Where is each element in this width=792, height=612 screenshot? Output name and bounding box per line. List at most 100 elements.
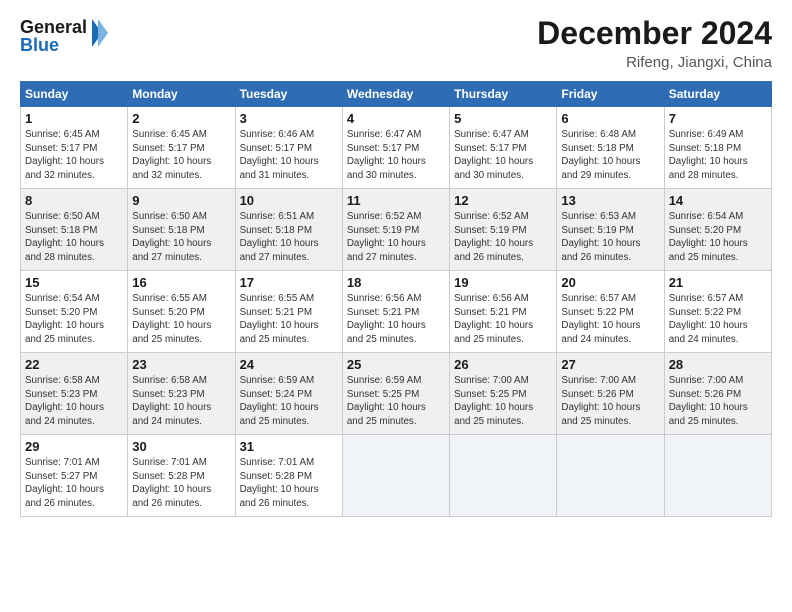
day-number: 16 bbox=[132, 275, 230, 290]
calendar-day-15: 15Sunrise: 6:54 AM Sunset: 5:20 PM Dayli… bbox=[21, 271, 128, 353]
day-number: 6 bbox=[561, 111, 659, 126]
calendar-day-11: 11 Sunrise: 6:52 AM Sunset: 5:19 PM Dayli… bbox=[342, 189, 449, 271]
location-subtitle: Rifeng, Jiangxi, China bbox=[537, 54, 772, 71]
day-info: Sunrise: 7:01 AM Sunset: 5:28 PM Dayligh… bbox=[240, 456, 338, 511]
day-info: Sunrise: 6:57 AM Sunset: 5:22 PM Dayligh… bbox=[561, 292, 659, 347]
day-number: 9 bbox=[132, 193, 230, 208]
calendar-empty-cell bbox=[557, 435, 664, 517]
calendar-day-22: 22Sunrise: 6:58 AM Sunset: 5:23 PM Dayli… bbox=[21, 353, 128, 435]
day-info: Sunrise: 6:56 AM Sunset: 5:21 PM Dayligh… bbox=[454, 292, 552, 347]
calendar-week-3: 15Sunrise: 6:54 AM Sunset: 5:20 PM Dayli… bbox=[21, 271, 772, 353]
page: GeneralBlue December 2024 Rifeng, Jiangx… bbox=[0, 0, 792, 612]
dow-header-wednesday: Wednesday bbox=[342, 82, 449, 107]
calendar-day-26: 26 Sunrise: 7:00 AM Sunset: 5:25 PM Dayli… bbox=[450, 353, 557, 435]
day-info: Sunrise: 6:48 AM Sunset: 5:18 PM Dayligh… bbox=[561, 128, 659, 183]
day-info: Sunrise: 6:50 AM Sunset: 5:18 PM Dayligh… bbox=[132, 210, 230, 265]
day-number: 26 bbox=[454, 357, 552, 372]
calendar-day-20: 20 Sunrise: 6:57 AM Sunset: 5:22 PM Dayli… bbox=[557, 271, 664, 353]
calendar-day-6: 6 Sunrise: 6:48 AM Sunset: 5:18 PM Daylig… bbox=[557, 107, 664, 189]
calendar-day-16: 16 Sunrise: 6:55 AM Sunset: 5:20 PM Dayli… bbox=[128, 271, 235, 353]
day-info: Sunrise: 6:56 AM Sunset: 5:21 PM Dayligh… bbox=[347, 292, 445, 347]
calendar-day-21: 21Sunrise: 6:57 AM Sunset: 5:22 PM Dayli… bbox=[664, 271, 771, 353]
calendar-week-2: 8Sunrise: 6:50 AM Sunset: 5:18 PM Daylig… bbox=[21, 189, 772, 271]
calendar-day-14: 14 Sunrise: 6:54 AM Sunset: 5:20 PM Dayli… bbox=[664, 189, 771, 271]
day-number: 12 bbox=[454, 193, 552, 208]
days-of-week-row: SundayMondayTuesdayWednesdayThursdayFrid… bbox=[21, 82, 772, 107]
calendar-day-18: 18 Sunrise: 6:56 AM Sunset: 5:21 PM Dayli… bbox=[342, 271, 449, 353]
calendar-empty-cell bbox=[664, 435, 771, 517]
day-info: Sunrise: 6:52 AM Sunset: 5:19 PM Dayligh… bbox=[454, 210, 552, 265]
dow-header-thursday: Thursday bbox=[450, 82, 557, 107]
svg-text:General: General bbox=[20, 17, 87, 37]
calendar-day-5: 5 Sunrise: 6:47 AM Sunset: 5:17 PM Daylig… bbox=[450, 107, 557, 189]
day-info: Sunrise: 6:59 AM Sunset: 5:24 PM Dayligh… bbox=[240, 374, 338, 429]
day-info: Sunrise: 7:00 AM Sunset: 5:25 PM Dayligh… bbox=[454, 374, 552, 429]
day-info: Sunrise: 6:59 AM Sunset: 5:25 PM Dayligh… bbox=[347, 374, 445, 429]
logo-svg: GeneralBlue bbox=[20, 15, 110, 57]
calendar-body: 1 Sunrise: 6:45 AM Sunset: 5:17 PM Daylig… bbox=[21, 107, 772, 517]
day-info: Sunrise: 7:00 AM Sunset: 5:26 PM Dayligh… bbox=[561, 374, 659, 429]
day-number: 14 bbox=[669, 193, 767, 208]
day-info: Sunrise: 6:46 AM Sunset: 5:17 PM Dayligh… bbox=[240, 128, 338, 183]
day-number: 5 bbox=[454, 111, 552, 126]
day-number: 11 bbox=[347, 193, 445, 208]
calendar-week-4: 22 Sunrise: 6:58 AM Sunset: 5:23 PM Dayli… bbox=[21, 353, 772, 435]
calendar-day-2: 2 Sunrise: 6:45 AM Sunset: 5:17 PM Daylig… bbox=[128, 107, 235, 189]
day-number: 19 bbox=[454, 275, 552, 290]
day-number: 18 bbox=[347, 275, 445, 290]
logo: GeneralBlue bbox=[20, 15, 110, 57]
day-number: 17 bbox=[240, 275, 338, 290]
day-number: 1 bbox=[25, 111, 123, 126]
day-number: 29 bbox=[25, 439, 123, 454]
day-number: 3 bbox=[240, 111, 338, 126]
calendar-day-1: 1Sunrise: 6:45 AM Sunset: 5:17 PM Daylig… bbox=[21, 107, 128, 189]
day-number: 28 bbox=[669, 357, 767, 372]
day-info: Sunrise: 7:00 AM Sunset: 5:26 PM Dayligh… bbox=[669, 374, 767, 429]
day-number: 20 bbox=[561, 275, 659, 290]
calendar-day-17: 17 Sunrise: 6:55 AM Sunset: 5:21 PM Dayli… bbox=[235, 271, 342, 353]
day-number: 15 bbox=[25, 275, 123, 290]
dow-header-friday: Friday bbox=[557, 82, 664, 107]
calendar-table: SundayMondayTuesdayWednesdayThursdayFrid… bbox=[20, 81, 772, 517]
calendar-day-29: 29Sunrise: 7:01 AM Sunset: 5:27 PM Dayli… bbox=[21, 435, 128, 517]
day-info: Sunrise: 6:55 AM Sunset: 5:20 PM Dayligh… bbox=[132, 292, 230, 347]
day-info: Sunrise: 7:01 AM Sunset: 5:28 PM Dayligh… bbox=[132, 456, 230, 511]
calendar-week-1: 1 Sunrise: 6:45 AM Sunset: 5:17 PM Daylig… bbox=[21, 107, 772, 189]
calendar-day-8: 8Sunrise: 6:50 AM Sunset: 5:18 PM Daylig… bbox=[21, 189, 128, 271]
day-number: 13 bbox=[561, 193, 659, 208]
day-number: 2 bbox=[132, 111, 230, 126]
calendar-day-27: 27Sunrise: 7:00 AM Sunset: 5:26 PM Dayli… bbox=[557, 353, 664, 435]
day-number: 31 bbox=[240, 439, 338, 454]
day-number: 30 bbox=[132, 439, 230, 454]
svg-text:Blue: Blue bbox=[20, 35, 59, 55]
calendar-day-25: 25Sunrise: 6:59 AM Sunset: 5:25 PM Dayli… bbox=[342, 353, 449, 435]
dow-header-saturday: Saturday bbox=[664, 82, 771, 107]
calendar-day-13: 13Sunrise: 6:53 AM Sunset: 5:19 PM Dayli… bbox=[557, 189, 664, 271]
month-title: December 2024 bbox=[537, 15, 772, 52]
calendar-empty-cell bbox=[450, 435, 557, 517]
day-info: Sunrise: 6:49 AM Sunset: 5:18 PM Dayligh… bbox=[669, 128, 767, 183]
header: GeneralBlue December 2024 Rifeng, Jiangx… bbox=[20, 15, 772, 71]
day-number: 10 bbox=[240, 193, 338, 208]
calendar-day-4: 4Sunrise: 6:47 AM Sunset: 5:17 PM Daylig… bbox=[342, 107, 449, 189]
day-info: Sunrise: 6:45 AM Sunset: 5:17 PM Dayligh… bbox=[132, 128, 230, 183]
calendar-empty-cell bbox=[342, 435, 449, 517]
day-info: Sunrise: 6:47 AM Sunset: 5:17 PM Dayligh… bbox=[454, 128, 552, 183]
calendar-day-9: 9 Sunrise: 6:50 AM Sunset: 5:18 PM Daylig… bbox=[128, 189, 235, 271]
day-info: Sunrise: 6:58 AM Sunset: 5:23 PM Dayligh… bbox=[132, 374, 230, 429]
day-info: Sunrise: 6:51 AM Sunset: 5:18 PM Dayligh… bbox=[240, 210, 338, 265]
day-info: Sunrise: 6:54 AM Sunset: 5:20 PM Dayligh… bbox=[669, 210, 767, 265]
calendar-day-30: 30 Sunrise: 7:01 AM Sunset: 5:28 PM Dayli… bbox=[128, 435, 235, 517]
calendar-week-5: 29Sunrise: 7:01 AM Sunset: 5:27 PM Dayli… bbox=[21, 435, 772, 517]
dow-header-sunday: Sunday bbox=[21, 82, 128, 107]
day-info: Sunrise: 6:55 AM Sunset: 5:21 PM Dayligh… bbox=[240, 292, 338, 347]
day-info: Sunrise: 6:52 AM Sunset: 5:19 PM Dayligh… bbox=[347, 210, 445, 265]
day-number: 7 bbox=[669, 111, 767, 126]
day-info: Sunrise: 6:50 AM Sunset: 5:18 PM Dayligh… bbox=[25, 210, 123, 265]
title-block: December 2024 Rifeng, Jiangxi, China bbox=[537, 15, 772, 71]
calendar-day-24: 24 Sunrise: 6:59 AM Sunset: 5:24 PM Dayli… bbox=[235, 353, 342, 435]
day-info: Sunrise: 6:47 AM Sunset: 5:17 PM Dayligh… bbox=[347, 128, 445, 183]
day-number: 24 bbox=[240, 357, 338, 372]
calendar-day-12: 12 Sunrise: 6:52 AM Sunset: 5:19 PM Dayli… bbox=[450, 189, 557, 271]
day-number: 22 bbox=[25, 357, 123, 372]
